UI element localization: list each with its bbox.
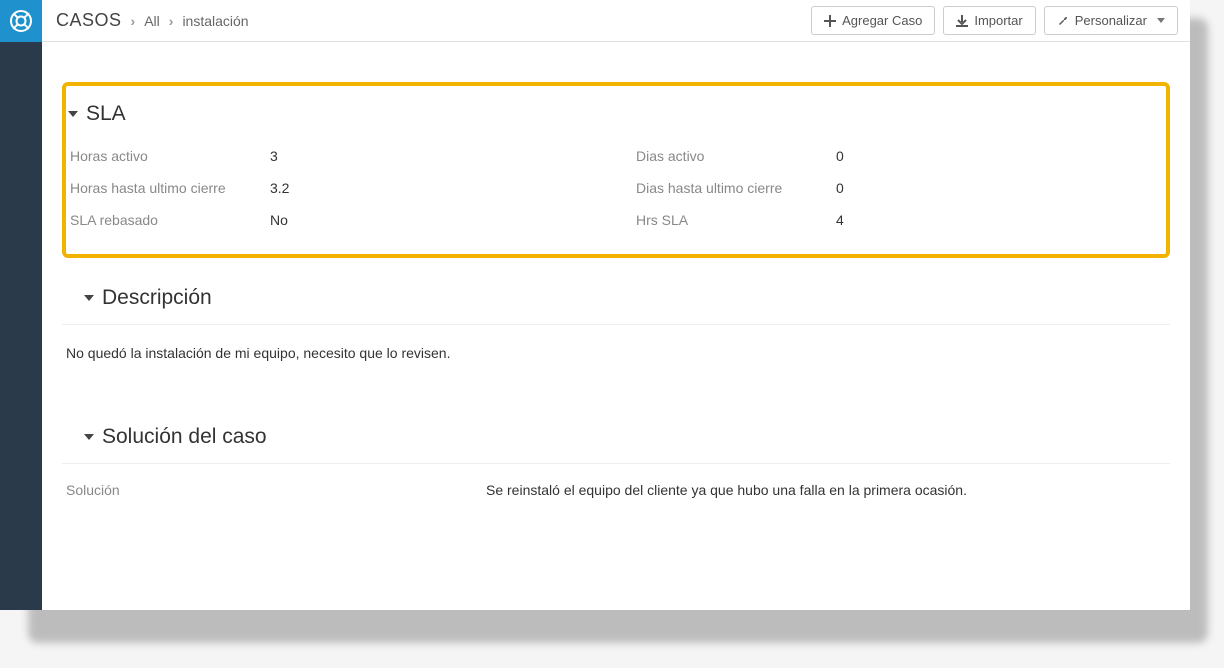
solution-section: Solución del caso Solución Se reinstaló … xyxy=(62,417,1170,528)
description-body: No quedó la instalación de mi equipo, ne… xyxy=(62,325,1170,397)
caret-down-icon xyxy=(84,434,94,440)
sla-section-header[interactable]: SLA xyxy=(66,94,1166,140)
sla-section-title: SLA xyxy=(86,102,126,126)
description-section-title: Descripción xyxy=(102,286,212,310)
add-case-button[interactable]: Agregar Caso xyxy=(811,6,935,35)
field-hrs-sla: Hrs SLA 4 xyxy=(636,204,1162,236)
sla-section: SLA Horas activo 3 Dias activo 0 Horas h… xyxy=(62,82,1170,258)
chevron-down-icon xyxy=(1157,18,1165,23)
customize-button[interactable]: Personalizar xyxy=(1044,6,1178,35)
import-button[interactable]: Importar xyxy=(943,6,1035,35)
solution-label: Solución xyxy=(66,482,486,498)
caret-down-icon xyxy=(84,295,94,301)
download-icon xyxy=(956,15,968,27)
app-window: CASOS › All › instalación Agregar Caso I… xyxy=(0,0,1190,610)
page-header: CASOS › All › instalación Agregar Caso I… xyxy=(42,0,1190,42)
caret-down-icon xyxy=(68,111,78,117)
sidebar xyxy=(0,0,42,610)
field-horas-activo: Horas activo 3 xyxy=(70,140,596,172)
wrench-icon xyxy=(1057,15,1069,27)
solution-section-title: Solución del caso xyxy=(102,425,267,449)
plus-icon xyxy=(824,15,836,27)
chevron-right-icon: › xyxy=(166,13,177,29)
field-dias-cierre: Dias hasta ultimo cierre 0 xyxy=(636,172,1162,204)
solution-value: Se reinstaló el equipo del cliente ya qu… xyxy=(486,482,1166,498)
field-horas-cierre: Horas hasta ultimo cierre 3.2 xyxy=(70,172,596,204)
main-content: SLA Horas activo 3 Dias activo 0 Horas h… xyxy=(42,42,1190,610)
lifebuoy-icon xyxy=(9,9,33,33)
solution-section-header[interactable]: Solución del caso xyxy=(62,417,1170,464)
breadcrumb-all[interactable]: All xyxy=(144,13,160,29)
module-title: CASOS xyxy=(56,10,122,31)
chevron-right-icon: › xyxy=(128,13,139,29)
breadcrumb-current: instalación xyxy=(182,13,248,29)
field-sla-rebasado: SLA rebasado No xyxy=(70,204,596,236)
sidebar-item-cases[interactable] xyxy=(0,0,42,42)
description-section-header[interactable]: Descripción xyxy=(62,278,1170,325)
breadcrumb: CASOS › All › instalación xyxy=(56,10,249,31)
field-dias-activo: Dias activo 0 xyxy=(636,140,1162,172)
description-section: Descripción No quedó la instalación de m… xyxy=(62,278,1170,397)
